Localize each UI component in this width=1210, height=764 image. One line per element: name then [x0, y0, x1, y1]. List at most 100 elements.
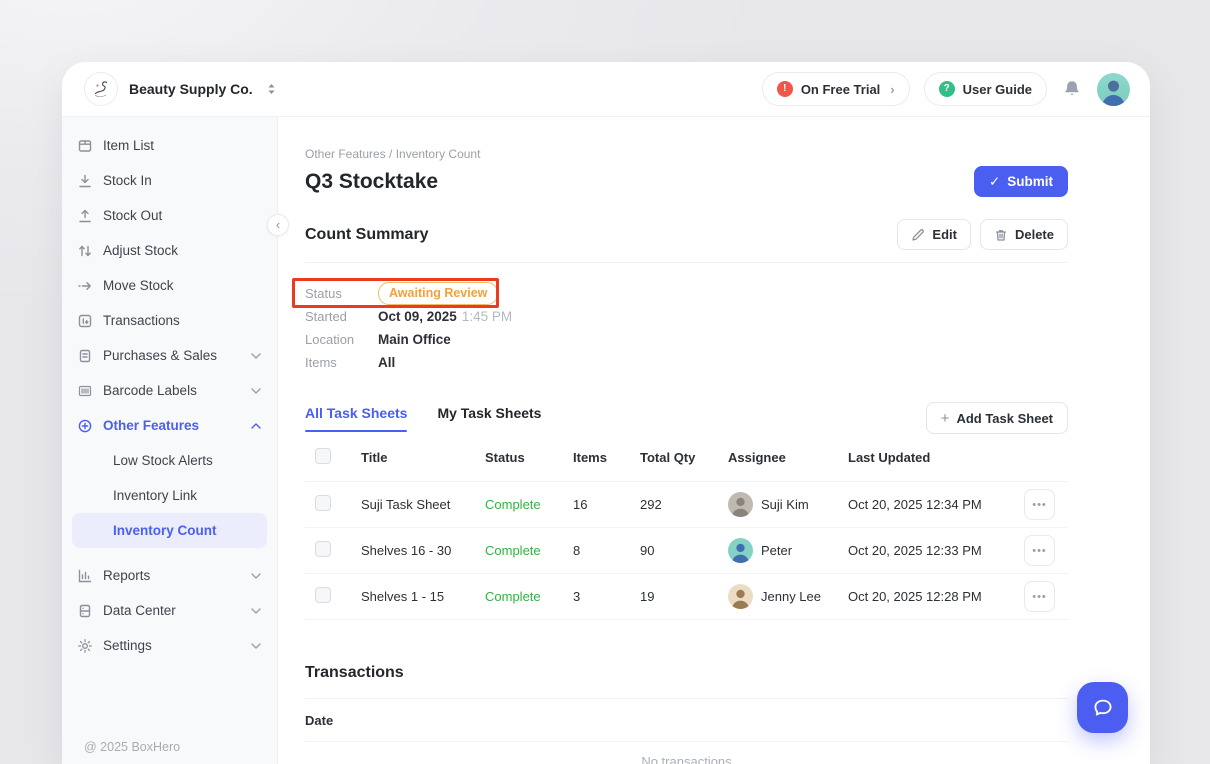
- help-icon: ?: [939, 81, 955, 97]
- sidebar-item-adjust-stock[interactable]: Adjust Stock: [62, 233, 277, 268]
- breadcrumb: Other Features / Inventory Count: [305, 147, 1068, 161]
- plus-icon: +: [941, 410, 950, 427]
- tab-my-task-sheets[interactable]: My Task Sheets: [437, 405, 541, 431]
- edit-label: Edit: [932, 227, 957, 242]
- sidebar-item-label: Inventory Count: [113, 523, 217, 538]
- free-trial-button[interactable]: ! On Free Trial ›: [762, 72, 910, 106]
- sidebar-item-stock-in[interactable]: Stock In: [62, 163, 277, 198]
- arrows-up-down-icon: [76, 242, 93, 259]
- last-updated: Oct 20, 2025 12:34 PM: [836, 497, 1024, 512]
- sidebar-item-purchases-sales[interactable]: Purchases & Sales: [62, 338, 277, 373]
- company-logo[interactable]: [84, 72, 118, 106]
- trial-alert-icon: !: [777, 81, 793, 97]
- user-avatar[interactable]: [1097, 73, 1130, 106]
- transactions-empty-text: No transactions: [305, 754, 1068, 764]
- user-guide-button[interactable]: ? User Guide: [924, 72, 1047, 106]
- row-checkbox[interactable]: [315, 495, 331, 511]
- tab-all-task-sheets[interactable]: All Task Sheets: [305, 405, 407, 431]
- add-task-sheet-button[interactable]: + Add Task Sheet: [926, 402, 1068, 434]
- sidebar-item-inventory-link[interactable]: Inventory Link: [72, 478, 267, 513]
- add-task-sheet-label: Add Task Sheet: [956, 411, 1053, 426]
- total-qty: 19: [628, 589, 716, 604]
- assignee-avatar: [728, 584, 753, 609]
- table-row[interactable]: Shelves 16 - 30 Complete 8 90 Peter Oct …: [305, 528, 1068, 574]
- plus-circle-icon: [76, 417, 93, 434]
- status-badge: Awaiting Review: [378, 282, 498, 305]
- transactions-date-header: Date: [305, 699, 1068, 742]
- sidebar-item-label: Stock In: [103, 173, 152, 188]
- chat-widget-button[interactable]: [1077, 682, 1128, 733]
- sidebar-item-low-stock-alerts[interactable]: Low Stock Alerts: [72, 443, 267, 478]
- items-count: 8: [561, 543, 628, 558]
- sidebar-collapse-button[interactable]: ‹: [267, 214, 289, 236]
- section-divider: [305, 262, 1068, 263]
- column-header-items: Items: [561, 450, 628, 465]
- task-sheet-title: Shelves 16 - 30: [349, 543, 473, 558]
- sidebar-item-label: Transactions: [103, 313, 180, 328]
- user-guide-label: User Guide: [963, 82, 1032, 97]
- row-checkbox[interactable]: [315, 541, 331, 557]
- company-switcher-icon[interactable]: [267, 83, 276, 95]
- database-icon: [76, 602, 93, 619]
- row-menu-button[interactable]: •••: [1024, 489, 1055, 520]
- status-value: Complete: [473, 497, 561, 512]
- sidebar-item-data-center[interactable]: Data Center: [62, 593, 277, 628]
- arrow-right-dotted-icon: [76, 277, 93, 294]
- delete-label: Delete: [1015, 227, 1054, 242]
- assignee-avatar: [728, 538, 753, 563]
- top-bar: Beauty Supply Co. ! On Free Trial › ? Us…: [62, 62, 1150, 117]
- status-label: Status: [305, 286, 378, 301]
- sidebar-item-barcode-labels[interactable]: Barcode Labels: [62, 373, 277, 408]
- task-sheet-tabs: All Task Sheets My Task Sheets + Add Tas…: [305, 402, 1068, 434]
- column-header-total-qty: Total Qty: [628, 450, 716, 465]
- arrow-up-icon: [76, 207, 93, 224]
- task-sheet-title: Suji Task Sheet: [349, 497, 473, 512]
- sidebar-item-label: Data Center: [103, 603, 176, 618]
- row-menu-button[interactable]: •••: [1024, 535, 1055, 566]
- gear-icon: [76, 637, 93, 654]
- select-all-checkbox[interactable]: [315, 448, 331, 464]
- chevron-down-icon: [251, 643, 261, 649]
- sidebar-item-transactions[interactable]: Transactions: [62, 303, 277, 338]
- submit-button[interactable]: ✓ Submit: [974, 166, 1068, 197]
- bar-chart-icon: [76, 567, 93, 584]
- sidebar-item-settings[interactable]: Settings: [62, 628, 277, 663]
- trial-label: On Free Trial: [801, 82, 880, 97]
- beauty-logo-icon: [90, 78, 112, 100]
- chat-bubble-icon: [1090, 695, 1116, 721]
- started-row: Started Oct 09, 20251:45 PM: [305, 305, 1068, 328]
- column-header-assignee: Assignee: [716, 450, 836, 465]
- sidebar-item-item-list[interactable]: Item List: [62, 128, 277, 163]
- row-menu-button[interactable]: •••: [1024, 581, 1055, 612]
- transactions-title: Transactions: [305, 664, 1068, 682]
- box-icon: [76, 137, 93, 154]
- sidebar-item-inventory-count[interactable]: Inventory Count: [72, 513, 267, 548]
- sidebar-item-label: Settings: [103, 638, 152, 653]
- sidebar-item-stock-out[interactable]: Stock Out: [62, 198, 277, 233]
- sidebar-item-move-stock[interactable]: Move Stock: [62, 268, 277, 303]
- barcode-icon: [76, 382, 93, 399]
- sidebar-item-reports[interactable]: Reports: [62, 558, 277, 593]
- edit-button[interactable]: Edit: [897, 219, 971, 250]
- delete-button[interactable]: Delete: [980, 219, 1068, 250]
- table-row[interactable]: Suji Task Sheet Complete 16 292 Suji Kim…: [305, 482, 1068, 528]
- row-checkbox[interactable]: [315, 587, 331, 603]
- sidebar-item-label: Other Features: [103, 418, 199, 433]
- submit-label: Submit: [1007, 174, 1053, 189]
- items-count: 16: [561, 497, 628, 512]
- check-icon: ✓: [989, 174, 1000, 190]
- table-row[interactable]: Shelves 1 - 15 Complete 3 19 Jenny Lee O…: [305, 574, 1068, 620]
- notifications-bell-icon[interactable]: [1061, 78, 1083, 100]
- sidebar-item-other-features[interactable]: Other Features: [62, 408, 277, 443]
- arrow-down-icon: [76, 172, 93, 189]
- column-header-title: Title: [349, 450, 473, 465]
- document-icon: [76, 347, 93, 364]
- sidebar-item-label: Adjust Stock: [103, 243, 178, 258]
- chevron-down-icon: [251, 353, 261, 359]
- chevron-down-icon: [251, 608, 261, 614]
- sidebar-item-label: Low Stock Alerts: [113, 453, 213, 468]
- started-date: Oct 09, 2025: [378, 309, 457, 324]
- items-row: Items All: [305, 351, 1068, 374]
- task-sheet-title: Shelves 1 - 15: [349, 589, 473, 604]
- items-count: 3: [561, 589, 628, 604]
